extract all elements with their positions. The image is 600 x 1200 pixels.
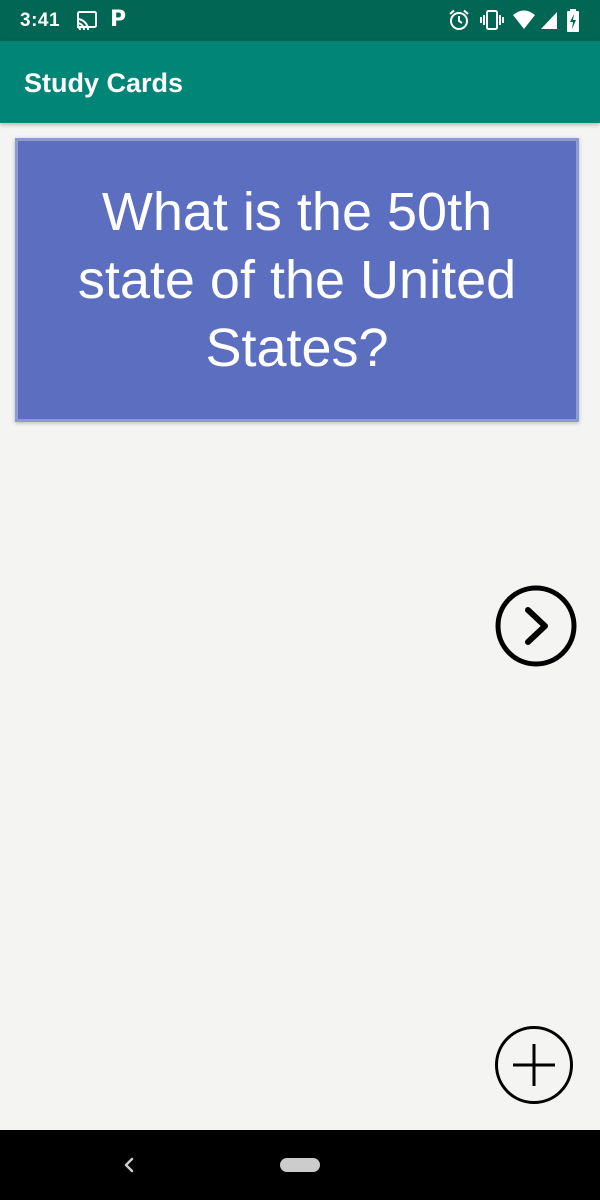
next-card-button[interactable] (495, 585, 577, 667)
home-pill-icon[interactable] (280, 1158, 320, 1172)
alarm-icon (449, 9, 469, 30)
back-icon[interactable] (118, 1152, 140, 1178)
status-bar: 3:41 P (0, 0, 600, 41)
app-bar: Study Cards (0, 41, 600, 123)
plus-circle-icon (495, 1026, 573, 1104)
battery-charging-icon (567, 9, 579, 32)
vibrate-icon (480, 10, 504, 30)
cast-icon (76, 11, 97, 30)
wifi-icon (513, 10, 535, 29)
nav-bar (0, 1130, 600, 1200)
chevron-right-circle-icon (495, 585, 577, 667)
add-card-button[interactable] (494, 1025, 574, 1105)
cell-signal-icon (541, 12, 557, 29)
flashcard[interactable]: What is the 50th state of the United Sta… (15, 138, 579, 422)
flashcard-question: What is the 50th state of the United Sta… (77, 182, 517, 378)
status-time: 3:41 (20, 10, 61, 31)
parking-p-icon: P (110, 7, 127, 32)
app-title: Study Cards (24, 68, 184, 98)
